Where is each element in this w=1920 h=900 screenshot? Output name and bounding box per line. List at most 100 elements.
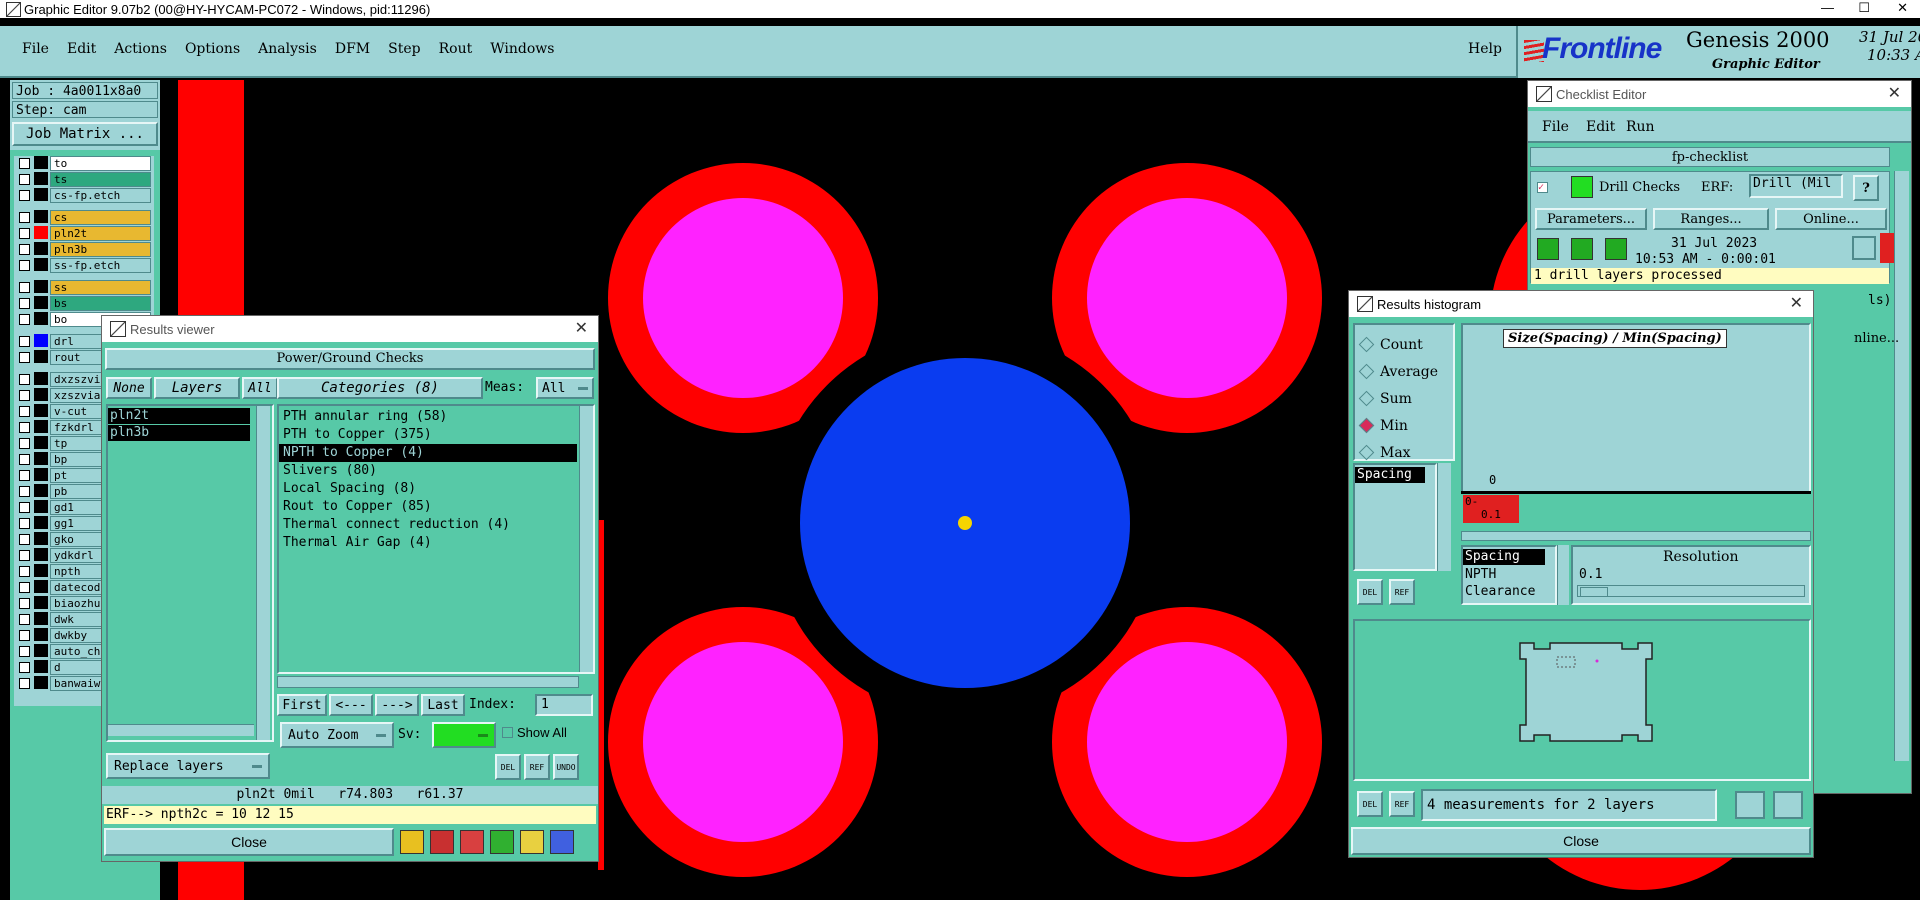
category-item[interactable]: Thermal Air Gap (4) xyxy=(279,534,577,552)
measure-item[interactable]: Spacing xyxy=(1355,467,1425,483)
resolution-slider[interactable] xyxy=(1577,585,1805,597)
layer-checkbox[interactable] xyxy=(19,678,30,689)
layer-row[interactable]: bs xyxy=(14,296,151,311)
layer-checkbox[interactable] xyxy=(19,502,30,513)
category-item[interactable]: Local Spacing (8) xyxy=(279,480,577,498)
meas-select[interactable]: All xyxy=(536,377,594,399)
clear-icon[interactable] xyxy=(460,830,484,854)
layer-checkbox[interactable] xyxy=(19,212,30,223)
category-item[interactable]: Thermal connect reduction (4) xyxy=(279,516,577,534)
mode-option[interactable]: Count xyxy=(1358,331,1438,358)
parameters-button[interactable]: Parameters... xyxy=(1535,208,1647,230)
checklist-menu-file[interactable]: File xyxy=(1542,119,1569,135)
histogram-close-icon[interactable]: ✕ xyxy=(1790,293,1803,312)
erf-select[interactable]: Drill (Mil xyxy=(1749,174,1843,198)
snapshot-icon[interactable] xyxy=(430,830,454,854)
results-viewer-titlebar[interactable]: Results viewer ✕ xyxy=(102,316,598,342)
mode-radio[interactable] xyxy=(1358,390,1375,407)
layer-checkbox[interactable] xyxy=(19,438,30,449)
layer-row[interactable]: ss-fp.etch xyxy=(14,258,151,273)
layer-name[interactable]: pln2t xyxy=(50,226,151,241)
checklist-editor-titlebar[interactable]: Checklist Editor ✕ xyxy=(1528,81,1911,107)
layer-checkbox[interactable] xyxy=(19,282,30,293)
menu-windows[interactable]: Windows xyxy=(490,41,554,57)
menu-options[interactable]: Options xyxy=(185,41,240,57)
preview-del-button[interactable]: DEL xyxy=(1357,791,1383,817)
sv-color-select[interactable] xyxy=(432,722,496,748)
layer-name[interactable]: pln3b xyxy=(50,242,151,257)
ranges-button[interactable]: Ranges... xyxy=(1653,208,1769,230)
menu-help[interactable]: Help xyxy=(1468,41,1502,57)
categories-list[interactable]: PTH annular ring (58) PTH to Copper (375)… xyxy=(277,404,595,674)
layer-name[interactable]: cs-fp.etch xyxy=(50,188,151,203)
layer-checkbox[interactable] xyxy=(19,422,30,433)
replace-layers-select[interactable]: Replace layers xyxy=(106,753,270,779)
mode-option[interactable]: Min xyxy=(1358,412,1438,439)
layer-checkbox[interactable] xyxy=(19,454,30,465)
layer-row[interactable]: cs-fp.etch xyxy=(14,188,151,203)
check-help-button[interactable]: ? xyxy=(1853,175,1879,201)
check-row[interactable]: ✓ Drill Checks ERF: Drill (Mil ? Paramet… xyxy=(1530,171,1890,284)
category-item[interactable]: NPTH to Copper (4) xyxy=(279,444,577,462)
layer-checkbox[interactable] xyxy=(19,630,30,641)
histogram-chart[interactable]: Size(Spacing) / Min(Spacing) 0 xyxy=(1461,323,1811,493)
layer-name[interactable]: cs xyxy=(50,210,151,225)
index-input[interactable]: 1 xyxy=(535,694,593,716)
minimize-button[interactable]: — xyxy=(1821,0,1834,15)
layer-checkbox[interactable] xyxy=(19,390,30,401)
layer-checkbox[interactable] xyxy=(19,518,30,529)
layer-checkbox[interactable] xyxy=(19,158,30,169)
category-item[interactable]: Rout to Copper (85) xyxy=(279,498,577,516)
maximize-button[interactable]: ☐ xyxy=(1858,0,1870,16)
histogram-icon[interactable] xyxy=(550,830,574,854)
layers-button[interactable]: Layers xyxy=(154,377,240,399)
close-window-button[interactable]: ✕ xyxy=(1897,0,1908,16)
layer-checkbox[interactable] xyxy=(19,534,30,545)
layer-name[interactable]: ss-fp.etch xyxy=(50,258,151,273)
check-checkbox[interactable]: ✓ xyxy=(1537,182,1548,193)
menu-dfm[interactable]: DFM xyxy=(335,41,370,57)
layer-checkbox[interactable] xyxy=(19,352,30,363)
online-button[interactable]: Online... xyxy=(1775,208,1887,230)
ref-button[interactable]: REF xyxy=(524,754,550,780)
layer-checkbox[interactable] xyxy=(19,174,30,185)
histogram-type-list[interactable]: Spacing NPTH Clearance xyxy=(1461,545,1557,605)
menu-file[interactable]: File xyxy=(22,41,49,57)
highlight-icon[interactable] xyxy=(400,830,424,854)
preview-ref-button[interactable]: REF xyxy=(1389,791,1415,817)
histogram-close-button[interactable]: Close xyxy=(1351,827,1811,855)
menu-step[interactable]: Step xyxy=(388,41,420,57)
histogram-hscrollbar[interactable] xyxy=(1461,531,1811,541)
layer-checkbox[interactable] xyxy=(19,244,30,255)
layer-checkbox[interactable] xyxy=(19,228,30,239)
layer-checkbox[interactable] xyxy=(19,470,30,481)
layer-row[interactable]: cs xyxy=(14,210,151,225)
layer-checkbox[interactable] xyxy=(19,298,30,309)
layer-name[interactable]: bs xyxy=(50,296,151,311)
histogram-titlebar[interactable]: Results histogram ✕ xyxy=(1349,291,1813,317)
layer-checkbox[interactable] xyxy=(19,582,30,593)
layer-row[interactable]: ts xyxy=(14,172,151,187)
none-button[interactable]: None xyxy=(106,377,152,399)
layer-name[interactable]: to xyxy=(50,156,151,171)
layer-checkbox[interactable] xyxy=(19,314,30,325)
mode-radio[interactable] xyxy=(1358,336,1375,353)
type-item-clearance[interactable]: Clearance xyxy=(1463,584,1535,599)
mode-option[interactable]: Sum xyxy=(1358,385,1438,412)
type-list-scrollbar[interactable] xyxy=(1557,545,1569,605)
layer-checkbox[interactable] xyxy=(19,566,30,577)
category-item[interactable]: PTH annular ring (58) xyxy=(279,408,577,426)
undo-button[interactable]: UNDO xyxy=(553,754,579,780)
all-layers-button[interactable]: All xyxy=(242,377,278,399)
checklist-menu-edit[interactable]: Edit xyxy=(1586,119,1615,135)
mode-radio[interactable] xyxy=(1358,363,1375,380)
board-preview[interactable] xyxy=(1353,619,1811,781)
layer-results-list[interactable]: pln2t pln3b xyxy=(106,404,274,742)
categories-hscrollbar[interactable] xyxy=(277,676,579,688)
layer-row[interactable]: to xyxy=(14,156,151,171)
results-viewer-close-icon[interactable]: ✕ xyxy=(575,318,588,337)
histogram-del-button[interactable]: DEL xyxy=(1357,579,1383,605)
prev-button[interactable]: <--- xyxy=(329,694,373,716)
layer-checkbox[interactable] xyxy=(19,336,30,347)
layer-list-hscrollbar[interactable] xyxy=(108,724,254,736)
